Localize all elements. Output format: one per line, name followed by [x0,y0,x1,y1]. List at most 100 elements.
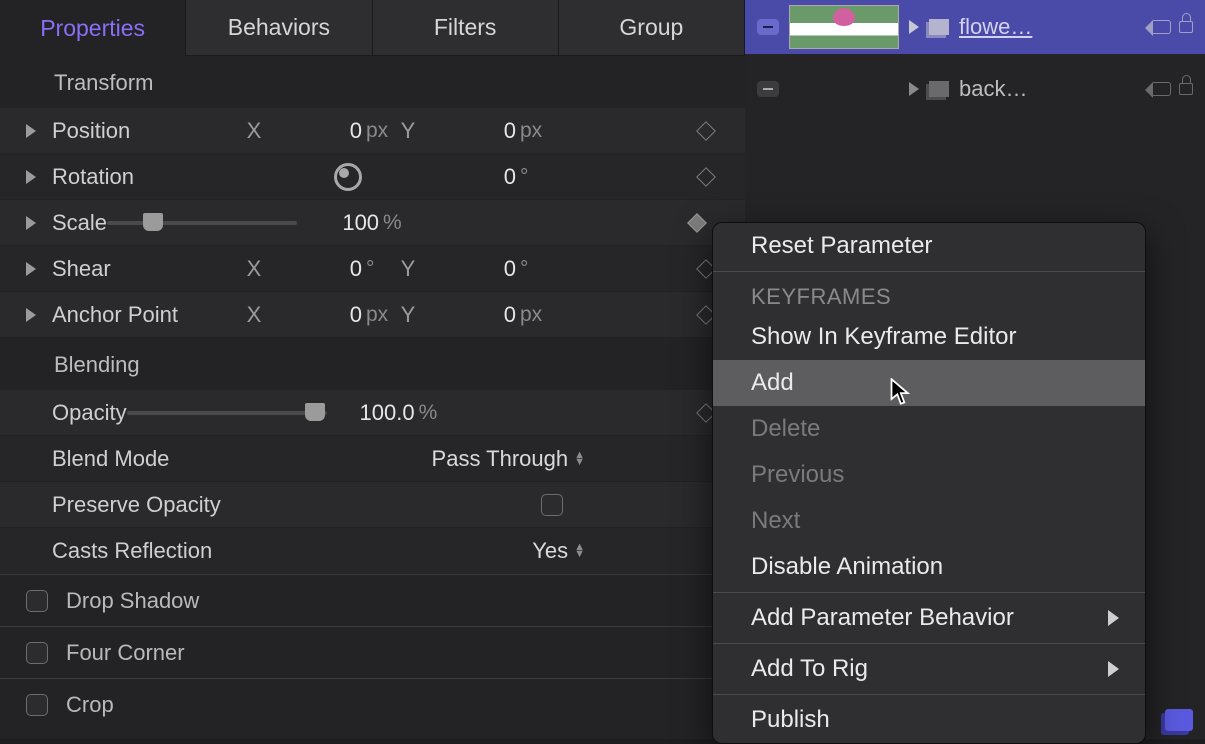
disclosure-icon[interactable] [26,308,36,322]
menu-previous-keyframe: Previous [713,452,1145,498]
visibility-toggle-icon[interactable] [757,81,779,97]
lock-icon[interactable] [1179,83,1193,95]
position-x-unit: px [362,119,396,143]
row-blend-mode: Blend Mode Pass Through ▲▼ [0,436,745,482]
disclosure-icon[interactable] [909,82,919,96]
select-stepper-icon: ▲▼ [574,544,585,558]
shear-x-unit: ° [362,257,396,281]
label-blend-mode: Blend Mode [52,446,242,472]
row-opacity: Opacity 100.0 % [0,390,745,436]
visibility-toggle-icon[interactable] [757,19,779,35]
axis-x-label: X [242,118,266,144]
label-anchor: Anchor Point [52,302,242,328]
label-preserve-opacity: Preserve Opacity [52,492,292,518]
casts-reflection-value: Yes [532,538,568,564]
axis-y-label: Y [396,118,420,144]
tag-icon[interactable] [1153,82,1171,96]
menu-publish[interactable]: Publish [713,697,1145,743]
shear-x-value[interactable]: 0 [266,256,362,282]
anchor-x-value[interactable]: 0 [266,302,362,328]
preserve-opacity-checkbox[interactable] [541,494,563,516]
row-casts-reflection: Casts Reflection Yes ▲▼ [0,528,745,574]
timeline-layer-selected[interactable]: flowe… [745,0,1205,54]
row-crop: Crop [0,678,745,730]
submenu-arrow-icon [1108,661,1119,677]
submenu-arrow-icon [1108,610,1119,626]
row-anchor-point: Anchor Point X 0 px Y 0 px [0,292,745,338]
layer-thumbnail [789,5,899,49]
scale-value[interactable]: 100 [305,210,379,236]
slider-knob-icon[interactable] [305,403,325,421]
scale-slider[interactable] [107,221,297,225]
section-blending-title: Blending [0,338,745,390]
menu-show-keyframe-editor[interactable]: Show In Keyframe Editor [713,314,1145,360]
rotation-value[interactable]: 0 [420,164,516,190]
menu-disable-animation[interactable]: Disable Animation [713,544,1145,590]
crop-checkbox[interactable] [26,694,48,716]
animation-context-menu: Reset Parameter KEYFRAMES Show In Keyfra… [712,222,1146,744]
rotation-dial[interactable] [334,163,362,191]
tab-filters[interactable]: Filters [373,0,559,56]
group-icon [929,81,949,97]
four-corner-checkbox[interactable] [26,642,48,664]
menu-next-keyframe: Next [713,498,1145,544]
select-stepper-icon: ▲▼ [574,452,585,466]
menu-separator [713,592,1145,593]
tab-behaviors[interactable]: Behaviors [186,0,372,56]
inspector-tabs: Properties Behaviors Filters Group [0,0,745,56]
label-scale: Scale [52,210,107,236]
shear-y-value[interactable]: 0 [420,256,516,282]
lock-icon[interactable] [1179,21,1193,33]
timeline-layer[interactable]: back… [745,62,1205,116]
blend-mode-select[interactable]: Pass Through ▲▼ [432,446,585,472]
opacity-slider[interactable] [127,411,327,415]
keyframe-icon[interactable] [687,213,707,233]
disclosure-icon[interactable] [26,262,36,276]
opacity-value[interactable]: 100.0 [335,400,415,426]
layer-name[interactable]: back… [959,76,1027,102]
opacity-unit: % [415,401,449,425]
menu-add-to-rig[interactable]: Add To Rig [713,646,1145,692]
position-y-value[interactable]: 0 [420,118,516,144]
slider-knob-icon[interactable] [143,213,163,231]
menu-reset-parameter[interactable]: Reset Parameter [713,223,1145,269]
menu-add-parameter-behavior[interactable]: Add Parameter Behavior [713,595,1145,641]
keyframe-icon[interactable] [696,167,716,187]
label-drop-shadow: Drop Shadow [66,588,199,614]
anchor-y-unit: px [516,303,550,327]
row-scale: Scale 100 % ⌄ [0,200,745,246]
blend-mode-value: Pass Through [432,446,569,472]
label-rotation: Rotation [52,164,242,190]
rotation-unit: ° [516,165,550,189]
position-x-value[interactable]: 0 [266,118,362,144]
axis-x-label: X [242,256,266,282]
menu-separator [713,694,1145,695]
row-rotation: Rotation 0 ° [0,154,745,200]
layer-name[interactable]: flowe… [959,14,1032,40]
row-preserve-opacity: Preserve Opacity [0,482,745,528]
disclosure-icon[interactable] [26,170,36,184]
axis-x-label: X [242,302,266,328]
row-four-corner: Four Corner [0,626,745,678]
menu-item-label: Add To Rig [751,655,868,683]
disclosure-icon[interactable] [909,20,919,34]
label-shear: Shear [52,256,242,282]
tab-properties[interactable]: Properties [0,0,186,56]
menu-add-keyframe[interactable]: Add [713,360,1145,406]
menu-keyframes-header: KEYFRAMES [713,274,1145,314]
drop-shadow-checkbox[interactable] [26,590,48,612]
timeline-mode-icon[interactable] [1165,709,1193,731]
tab-group[interactable]: Group [559,0,745,56]
disclosure-icon[interactable] [26,216,36,230]
row-shear: Shear X 0 ° Y 0 ° [0,246,745,292]
disclosure-icon[interactable] [26,124,36,138]
label-opacity: Opacity [52,400,127,426]
casts-reflection-select[interactable]: Yes ▲▼ [532,538,585,564]
keyframe-icon[interactable] [696,121,716,141]
label-crop: Crop [66,692,114,718]
shear-y-unit: ° [516,257,550,281]
section-transform-title: Transform [0,56,745,108]
anchor-y-value[interactable]: 0 [420,302,516,328]
tag-icon[interactable] [1153,20,1171,34]
label-four-corner: Four Corner [66,640,185,666]
